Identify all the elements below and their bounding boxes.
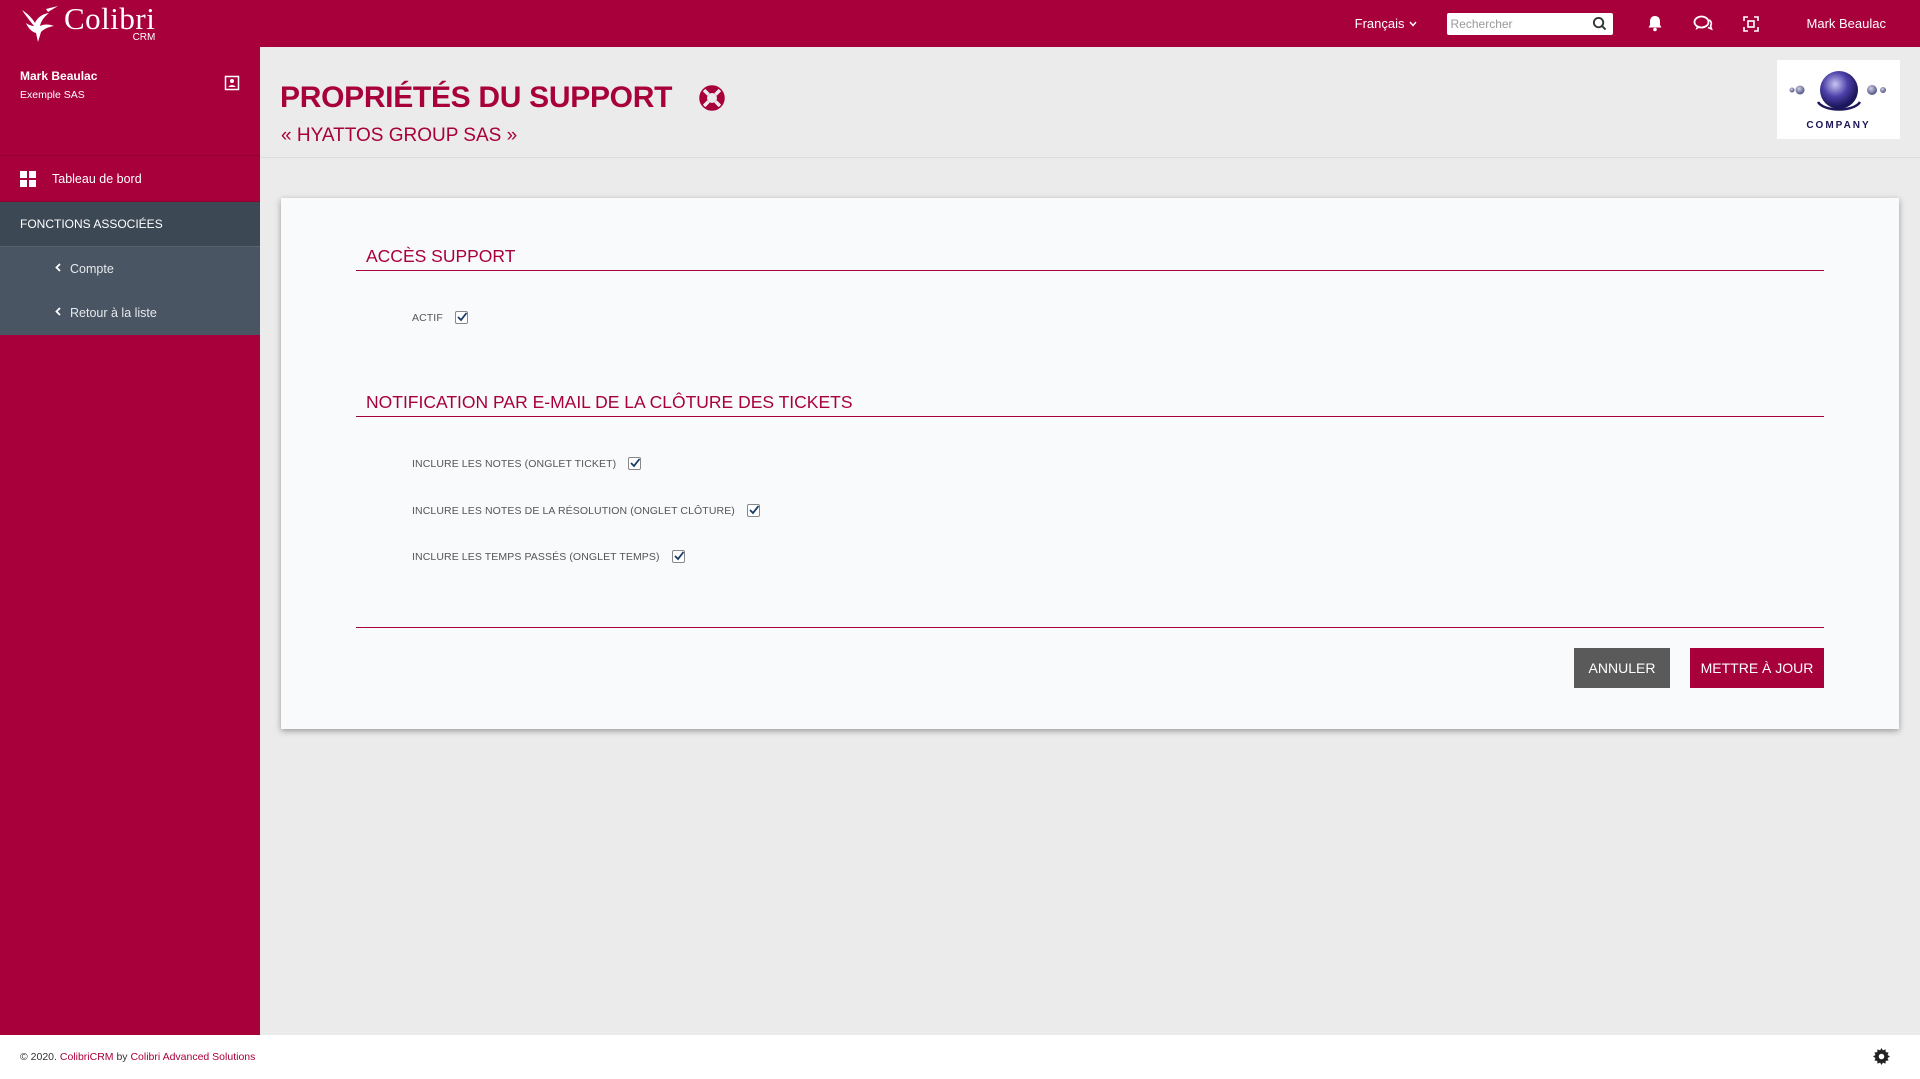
page-subtitle: « HYATTOS GROUP SAS » (281, 125, 518, 146)
company-logo-text: COMPANY (1806, 120, 1871, 131)
search-box (1446, 12, 1613, 35)
company-logo-icon (1789, 71, 1886, 111)
field-include-notes: INCLURE LES NOTES (ONGLET TICKET) (412, 457, 642, 470)
associated-functions: FONCTIONS ASSOCIÉES Compte Retour à la l… (0, 202, 260, 335)
checkmark-icon (749, 505, 760, 515)
user-profile: Mark Beaulac Exemple SAS (0, 47, 260, 156)
section-title-support-access: ACCÈS SUPPORT (366, 246, 516, 266)
language-selector[interactable]: Français (1355, 16, 1417, 31)
section-divider (356, 270, 1824, 271)
checkmark-icon (673, 551, 684, 561)
sidebar: Mark Beaulac Exemple SAS Tableau de bord… (0, 47, 260, 1035)
sidebar-item-label: Compte (70, 262, 114, 276)
sidebar-item-account[interactable]: Compte (0, 247, 260, 291)
chat-icon (1693, 15, 1713, 31)
include-time-spent-checkbox[interactable] (671, 550, 685, 563)
brand-name: Colibri (64, 0, 156, 36)
field-label: INCLURE LES NOTES (ONGLET TICKET) (412, 457, 617, 470)
expand-icon (1742, 15, 1759, 32)
company-logo: COMPANY (1777, 60, 1900, 139)
field-active: ACTIF (412, 311, 468, 324)
section-divider (356, 416, 1824, 417)
profile-company: Exemple SAS (20, 89, 85, 101)
dashboard-grid-icon (20, 170, 36, 187)
bell-icon (1648, 16, 1662, 32)
field-label: INCLURE LES TEMPS PASSÉS (ONGLET TEMPS) (412, 550, 660, 563)
top-bar: Colibri CRM Français Rechercher Mark Bea… (0, 0, 1920, 47)
sidebar-item-label: Tableau de bord (52, 171, 142, 186)
active-checkbox[interactable] (454, 311, 468, 324)
footer: © 2020. ColibriCRM by Colibri Advanced S… (0, 1035, 1920, 1079)
field-label: ACTIF (412, 311, 443, 324)
update-button[interactable]: METTRE À JOUR (1690, 648, 1824, 688)
hummingbird-icon (22, 5, 58, 42)
page-title-wrapper: PROPRIÉTÉS DU SUPPORT (280, 81, 726, 115)
footer-prefix: © 2020. (20, 1051, 57, 1063)
footer-by: by (116, 1051, 128, 1063)
user-menu[interactable]: Mark Beaulac (1807, 16, 1886, 31)
gear-icon[interactable] (1873, 1048, 1890, 1065)
include-resolution-notes-checkbox[interactable] (746, 504, 760, 517)
footer-company-link[interactable]: Colibri Advanced Solutions (130, 1051, 255, 1063)
sidebar-item-dashboard[interactable]: Tableau de bord (0, 156, 260, 202)
include-notes-checkbox[interactable] (628, 457, 642, 470)
chevron-left-icon (55, 263, 61, 275)
associated-functions-title: FONCTIONS ASSOCIÉES (0, 202, 260, 247)
lifebuoy-icon (699, 85, 725, 111)
section-title-email-notification: NOTIFICATION PAR E-MAIL DE LA CLÔTURE DE… (366, 392, 853, 412)
messages-button[interactable] (1693, 14, 1713, 34)
field-include-time-spent: INCLURE LES TEMPS PASSÉS (ONGLET TEMPS) (412, 550, 685, 563)
page-header: PROPRIÉTÉS DU SUPPORT « HYATTOS GROUP SA… (260, 47, 1920, 158)
footer-copyright: © 2020. ColibriCRM by Colibri Advanced S… (20, 1051, 255, 1063)
cancel-button[interactable]: ANNULER (1574, 648, 1670, 688)
notifications-button[interactable] (1645, 14, 1665, 34)
page-title: PROPRIÉTÉS DU SUPPORT (280, 81, 673, 114)
profile-name: Mark Beaulac (20, 69, 98, 83)
chevron-down-icon (1408, 19, 1417, 29)
chevron-left-icon (55, 307, 61, 319)
footer-product-link[interactable]: ColibriCRM (60, 1051, 114, 1063)
support-properties-form: ACCÈS SUPPORT ACTIF NOTIFICATION PAR E-M… (281, 198, 1899, 729)
field-include-resolution-notes: INCLURE LES NOTES DE LA RÉSOLUTION (ONGL… (412, 504, 760, 517)
field-label: INCLURE LES NOTES DE LA RÉSOLUTION (ONGL… (412, 504, 735, 517)
search-input[interactable] (1446, 13, 1587, 34)
checkmark-icon (630, 458, 641, 468)
checkmark-icon (457, 312, 468, 322)
fullscreen-button[interactable] (1741, 14, 1761, 34)
language-label: Français (1354, 16, 1405, 31)
contact-card-icon[interactable] (224, 75, 240, 91)
form-footer-divider (356, 627, 1824, 628)
brand-logo[interactable]: Colibri CRM (18, 0, 155, 47)
search-icon[interactable] (1592, 16, 1607, 31)
sidebar-item-label: Retour à la liste (70, 306, 157, 320)
sidebar-item-back-to-list[interactable]: Retour à la liste (0, 291, 260, 335)
